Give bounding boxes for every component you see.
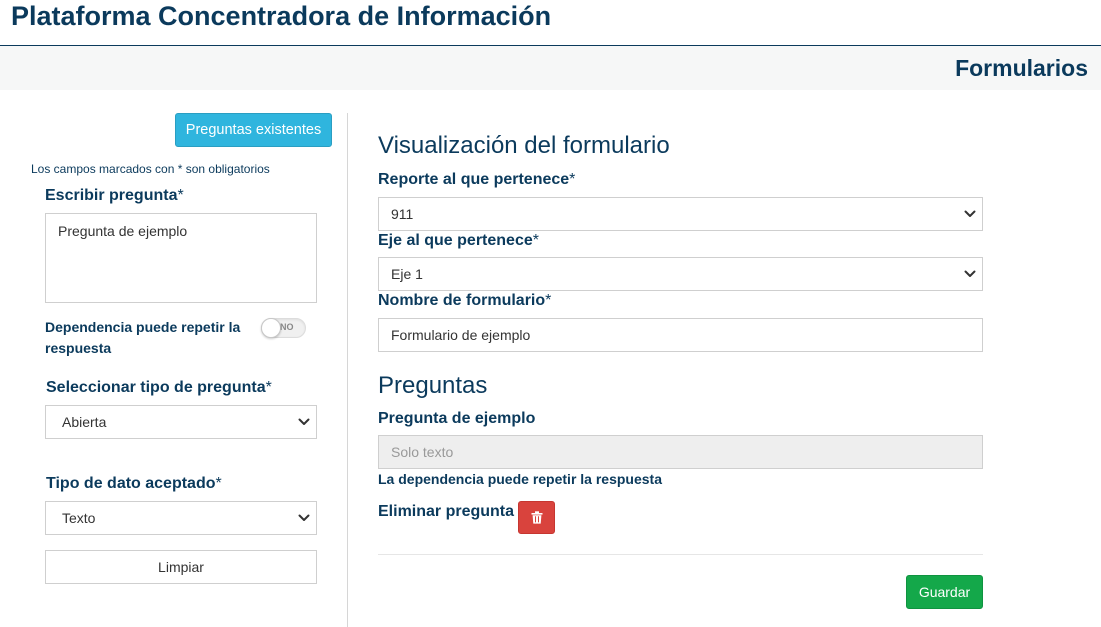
question-type-label: Seleccionar tipo de pregunta* [46, 379, 272, 396]
axis-label: Eje al que pertenece* [378, 232, 539, 249]
report-label: Reporte al que pertenece* [378, 171, 576, 188]
axis-value: Eje 1 [391, 266, 423, 282]
question-preview-title: Pregunta de ejemplo [378, 410, 536, 427]
trash-icon [531, 511, 543, 524]
data-type-value: Texto [62, 510, 96, 526]
toggle-state-text: NO [280, 322, 294, 332]
required-fields-note: Los campos marcados con * son obligatori… [31, 162, 270, 176]
answer-input-disabled: Solo texto [378, 435, 983, 469]
toggle-knob [261, 318, 281, 338]
report-value: 911 [391, 206, 414, 222]
question-type-select[interactable]: Abierta [45, 405, 317, 439]
save-button[interactable]: Guardar [906, 575, 983, 609]
report-select[interactable]: 911 [378, 197, 983, 231]
question-type-value: Abierta [62, 414, 107, 430]
app-title: Plataforma Concentradora de Información [11, 1, 552, 31]
question-label: Escribir pregunta* [45, 187, 184, 204]
data-type-label: Tipo de dato aceptado* [46, 475, 222, 492]
section-title: Formularios [955, 55, 1088, 81]
dependency-label: Dependencia puede repetir la respuesta [45, 319, 241, 356]
delete-question-label: Eliminar pregunta [378, 503, 515, 520]
form-name-label: Nombre de formulario* [378, 292, 552, 309]
chevron-down-icon [964, 270, 976, 277]
data-type-select[interactable]: Texto [45, 501, 317, 535]
form-name-input[interactable]: Formulario de ejemplo [378, 318, 983, 352]
form-divider [378, 554, 983, 555]
chevron-down-icon [964, 210, 976, 217]
delete-question-button[interactable] [518, 501, 555, 534]
section-banner: Formularios [0, 46, 1101, 90]
chevron-down-icon [298, 514, 310, 521]
questions-title: Preguntas [378, 372, 488, 399]
dependency-toggle[interactable]: NO [261, 318, 306, 338]
dependency-note: La dependencia puede repetir la respuest… [378, 471, 662, 487]
existing-questions-button[interactable]: Preguntas existentes [175, 113, 332, 147]
axis-select[interactable]: Eje 1 [378, 257, 983, 291]
chevron-down-icon [298, 418, 310, 425]
question-textarea[interactable]: Pregunta de ejemplo [45, 213, 317, 303]
preview-title: Visualización del formulario [378, 132, 670, 159]
clear-button[interactable]: Limpiar [45, 550, 317, 584]
panel-divider [347, 113, 348, 627]
